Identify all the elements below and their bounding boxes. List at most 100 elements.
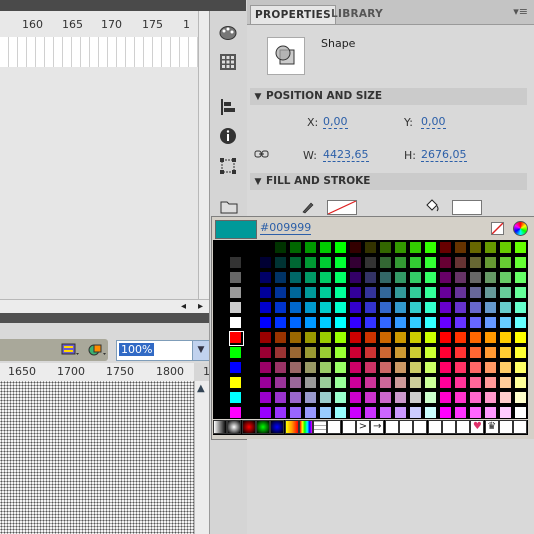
color-swatch[interactable]	[319, 406, 332, 419]
color-swatch[interactable]	[289, 286, 302, 299]
color-swatch[interactable]	[364, 241, 377, 254]
color-swatch[interactable]	[394, 256, 407, 269]
color-swatch[interactable]	[394, 331, 407, 344]
transform-icon[interactable]	[219, 157, 237, 178]
color-swatch[interactable]	[289, 241, 302, 254]
color-swatch[interactable]	[499, 376, 512, 389]
color-swatch[interactable]	[364, 286, 377, 299]
color-swatch[interactable]	[274, 361, 287, 374]
color-swatch[interactable]	[409, 406, 422, 419]
color-swatch[interactable]	[334, 286, 347, 299]
color-swatch[interactable]	[394, 301, 407, 314]
color-swatch[interactable]	[424, 271, 437, 284]
color-swatch[interactable]	[424, 316, 437, 329]
color-swatch[interactable]	[259, 406, 272, 419]
color-swatch[interactable]	[409, 331, 422, 344]
color-swatch[interactable]	[319, 346, 332, 359]
color-swatch[interactable]	[514, 406, 527, 419]
color-swatch[interactable]	[319, 361, 332, 374]
color-swatch[interactable]	[364, 301, 377, 314]
color-swatch[interactable]	[394, 406, 407, 419]
color-swatch[interactable]	[469, 406, 482, 419]
color-swatch[interactable]	[454, 271, 467, 284]
gradient-swatch[interactable]	[241, 420, 256, 434]
color-swatch[interactable]	[229, 376, 242, 389]
position-size-section-header[interactable]: ▼ POSITION AND SIZE	[250, 88, 527, 105]
color-swatch[interactable]	[424, 331, 437, 344]
color-swatch[interactable]	[364, 406, 377, 419]
color-swatch[interactable]	[484, 406, 497, 419]
color-swatch[interactable]	[289, 406, 302, 419]
color-swatch[interactable]	[274, 241, 287, 254]
link-constrain-icon[interactable]	[254, 147, 270, 164]
color-swatch[interactable]	[394, 391, 407, 404]
color-swatch[interactable]	[484, 256, 497, 269]
color-swatch[interactable]	[454, 406, 467, 419]
gradient-swatch[interactable]	[499, 420, 513, 434]
color-swatch[interactable]	[439, 391, 452, 404]
color-swatch[interactable]	[409, 346, 422, 359]
color-swatch[interactable]	[364, 316, 377, 329]
color-swatch[interactable]	[469, 316, 482, 329]
gradient-swatch[interactable]	[341, 420, 356, 434]
color-swatch[interactable]	[439, 241, 452, 254]
color-swatch[interactable]	[274, 316, 287, 329]
color-swatch[interactable]	[499, 256, 512, 269]
color-swatch[interactable]	[484, 271, 497, 284]
y-value[interactable]: 0,00	[421, 116, 446, 129]
color-swatch[interactable]	[484, 376, 497, 389]
color-swatch[interactable]	[259, 241, 272, 254]
color-swatch[interactable]	[454, 376, 467, 389]
color-swatch[interactable]	[454, 316, 467, 329]
color-swatch[interactable]	[364, 331, 377, 344]
color-swatch[interactable]	[484, 346, 497, 359]
scroll-left-arrow-icon[interactable]: ◂	[181, 301, 186, 312]
panel-menu-icon[interactable]: ▾≡	[513, 5, 528, 18]
color-swatch[interactable]	[424, 361, 437, 374]
color-swatch[interactable]	[274, 271, 287, 284]
color-swatch[interactable]	[454, 331, 467, 344]
color-swatch[interactable]	[274, 286, 287, 299]
color-swatch[interactable]	[409, 286, 422, 299]
color-swatch[interactable]	[514, 241, 527, 254]
color-swatch[interactable]	[499, 361, 512, 374]
fill-color-swatch[interactable]	[452, 200, 482, 215]
gradient-swatch-row[interactable]: > → ♥ ♛	[213, 420, 528, 435]
color-swatch[interactable]	[364, 271, 377, 284]
color-swatch[interactable]	[259, 346, 272, 359]
gradient-swatch[interactable]	[227, 420, 242, 434]
gradient-swatch[interactable]	[398, 420, 413, 434]
color-swatch[interactable]	[274, 376, 287, 389]
color-swatch[interactable]	[514, 361, 527, 374]
color-swatch[interactable]	[514, 301, 527, 314]
align-icon[interactable]	[219, 98, 237, 119]
color-swatch[interactable]	[469, 301, 482, 314]
color-swatch[interactable]	[349, 361, 362, 374]
color-swatch[interactable]	[304, 346, 317, 359]
color-swatch[interactable]	[289, 316, 302, 329]
color-swatch[interactable]	[484, 391, 497, 404]
fill-stroke-section-header[interactable]: ▼ FILL AND STROKE	[250, 173, 527, 190]
color-swatch[interactable]	[334, 271, 347, 284]
color-swatch[interactable]	[409, 316, 422, 329]
gradient-swatch[interactable]	[427, 420, 442, 434]
collapse-triangle-icon[interactable]: ▼	[250, 174, 266, 191]
gradient-swatch[interactable]: ♥	[470, 420, 485, 434]
color-swatch[interactable]	[499, 241, 512, 254]
color-swatch[interactable]	[469, 346, 482, 359]
color-swatch[interactable]	[439, 361, 452, 374]
color-swatch[interactable]	[394, 286, 407, 299]
color-swatch[interactable]	[349, 346, 362, 359]
timeline-frames-row[interactable]	[0, 37, 198, 67]
gradient-swatch[interactable]: >	[356, 420, 370, 434]
color-swatch[interactable]	[319, 256, 332, 269]
color-swatch[interactable]	[394, 376, 407, 389]
color-swatch[interactable]	[274, 406, 287, 419]
color-swatch[interactable]	[514, 286, 527, 299]
no-color-button[interactable]	[491, 222, 504, 235]
color-swatch[interactable]	[514, 331, 527, 344]
color-swatch[interactable]	[304, 391, 317, 404]
zoom-select[interactable]: 100% ▼	[116, 340, 210, 361]
color-swatch[interactable]	[229, 301, 242, 314]
color-swatch[interactable]	[514, 271, 527, 284]
